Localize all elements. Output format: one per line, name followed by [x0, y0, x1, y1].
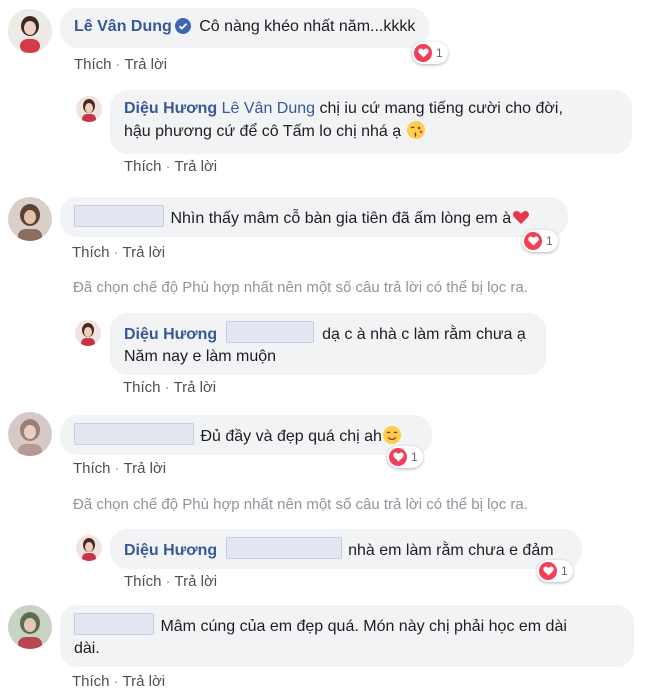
like-link[interactable]: Thích: [124, 573, 162, 590]
like-link[interactable]: Thích: [124, 158, 162, 175]
avatar-dieu-huong[interactable]: [75, 320, 101, 346]
filter-notice: Đã chọn chế độ Phù hợp nhất nên một số c…: [73, 496, 528, 513]
heart-reaction-icon: [539, 562, 557, 580]
comment-author[interactable]: Diệu Hương: [124, 100, 217, 117]
reply-link[interactable]: Trả lời: [174, 379, 217, 396]
reply-bubble: Diệu Hương dạ c à nhà c làm rằm chưa ạ N…: [110, 313, 546, 375]
comment-text: Đủ đầy và đẹp quá chị ah: [200, 428, 382, 445]
separator: ·: [113, 244, 119, 261]
avatar-dieu-huong[interactable]: [76, 96, 102, 122]
like-link[interactable]: Thích: [74, 56, 112, 73]
comment-text: Cô nàng khéo nhất năm...kkkk: [199, 18, 416, 35]
reply-link[interactable]: Trả lời: [125, 56, 168, 73]
avatar-dieu-huong[interactable]: [76, 535, 102, 561]
reaction-count-badge[interactable]: 1: [537, 560, 573, 582]
separator: ·: [165, 158, 171, 175]
avatar-le-van-dung[interactable]: [8, 9, 52, 53]
heart-reaction-icon: [389, 448, 407, 466]
comment-text-line: dài.: [74, 640, 100, 657]
comment-text-line: hậu phương cứ để cô Tấm lo chị nhá ạ: [124, 123, 402, 140]
separator: ·: [164, 379, 170, 396]
comment-author[interactable]: Diệu Hương: [124, 542, 217, 559]
comment-text-line: chị iu cứ mang tiếng cười cho đời,: [319, 100, 563, 117]
reply-bubble: Diệu Hương Lê Vân Dung chị iu cứ mang ti…: [110, 90, 632, 154]
reply-link[interactable]: Trả lời: [175, 158, 218, 175]
comment-text: nhà em làm rằm chưa e đảm: [348, 542, 554, 559]
kiss-emoji: [406, 120, 426, 147]
comment-text-line: dạ c à nhà c làm rằm chưa ạ: [322, 326, 526, 343]
blurred-author-name: [74, 613, 154, 635]
reaction-count: 1: [546, 234, 553, 248]
comment-text-line: Mâm cúng của em đẹp quá. Món này chị phả…: [160, 618, 567, 635]
reaction-count-badge[interactable]: 1: [522, 230, 558, 252]
reaction-count: 1: [436, 46, 443, 60]
like-link[interactable]: Thích: [72, 673, 110, 690]
comment-text: Nhìn thấy mâm cỗ bàn gia tiên đã ấm lòng…: [170, 210, 512, 227]
separator: ·: [165, 573, 171, 590]
comment-bubble: Mâm cúng của em đẹp quá. Món này chị phả…: [60, 605, 634, 667]
separator: ·: [115, 56, 121, 73]
avatar-commenter[interactable]: [8, 197, 52, 241]
comment-bubble: Đủ đầy và đẹp quá chị ah: [60, 415, 432, 455]
heart-reaction-icon: [414, 44, 432, 62]
separator: ·: [114, 460, 120, 477]
reaction-count: 1: [561, 564, 568, 578]
blurred-author-name: [74, 423, 194, 445]
comment-text-line: Năm nay e làm muộn: [124, 348, 277, 365]
reply-bubble: Diệu Hương nhà em làm rằm chưa e đảm: [110, 529, 582, 569]
comment-actions: Thích · Trả lời: [74, 56, 167, 73]
reaction-count: 1: [411, 450, 418, 464]
blurred-author-name: [74, 205, 164, 227]
comment-author[interactable]: Diệu Hương: [124, 326, 217, 343]
comment-actions: Thích · Trả lời: [124, 158, 217, 175]
comment-actions: Thích · Trả lời: [72, 673, 165, 690]
avatar-commenter[interactable]: [8, 605, 52, 649]
reply-link[interactable]: Trả lời: [123, 673, 166, 690]
comment-bubble: Lê Vân Dung Cô nàng khéo nhất năm...kkkk: [60, 8, 430, 48]
reply-link[interactable]: Trả lời: [124, 460, 167, 477]
comment-actions: Thích · Trả lời: [123, 379, 216, 396]
like-link[interactable]: Thích: [73, 460, 111, 477]
heart-reaction-icon: [524, 232, 542, 250]
filter-notice: Đã chọn chế độ Phù hợp nhất nên một số c…: [73, 279, 528, 296]
comment-actions: Thích · Trả lời: [72, 244, 165, 261]
reply-link[interactable]: Trả lời: [123, 244, 166, 261]
like-link[interactable]: Thích: [123, 379, 161, 396]
like-link[interactable]: Thích: [72, 244, 110, 261]
blurred-mention: [225, 537, 342, 559]
verified-badge-icon: [174, 18, 191, 41]
comment-actions: Thích · Trả lời: [73, 460, 166, 477]
reply-link[interactable]: Trả lời: [175, 573, 218, 590]
comment-bubble: Nhìn thấy mâm cỗ bàn gia tiên đã ấm lòng…: [60, 197, 568, 237]
separator: ·: [113, 673, 119, 690]
mention-tag[interactable]: Lê Vân Dung: [222, 100, 315, 117]
reaction-count-badge[interactable]: 1: [412, 42, 448, 64]
comment-actions: Thích · Trả lời: [124, 573, 217, 590]
blurred-mention: [225, 321, 314, 343]
reaction-count-badge[interactable]: 1: [387, 446, 423, 468]
avatar-commenter[interactable]: [8, 412, 52, 456]
comment-author[interactable]: Lê Vân Dung: [74, 18, 172, 35]
